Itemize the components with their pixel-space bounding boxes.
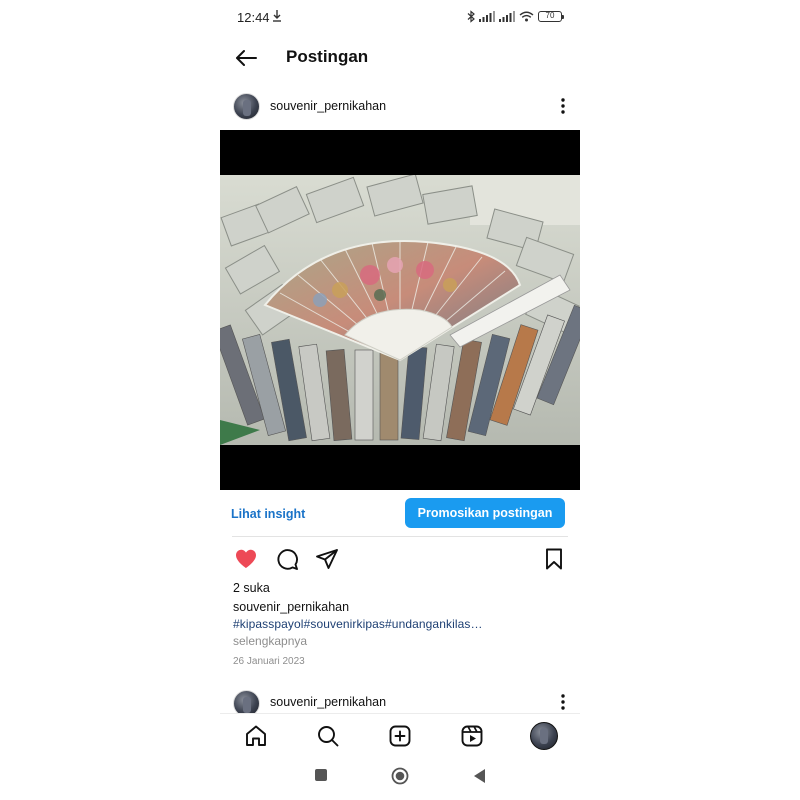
system-nav: [220, 760, 580, 794]
view-insights-link[interactable]: Lihat insight: [231, 507, 305, 521]
signal-icon: [479, 10, 495, 22]
signal-icon: [499, 10, 515, 22]
post-image[interactable]: [220, 130, 580, 490]
more-options-icon[interactable]: [560, 97, 566, 115]
post-actions: [220, 545, 580, 573]
page-header: Postingan: [220, 38, 580, 78]
post-username[interactable]: souvenir_pernikahan: [270, 695, 386, 709]
see-more-link[interactable]: selengkapnya: [233, 634, 307, 648]
more-options-icon[interactable]: [560, 693, 566, 711]
post-username[interactable]: souvenir_pernikahan: [270, 99, 386, 113]
comment-icon[interactable]: [275, 547, 299, 571]
status-icons: 70: [467, 9, 564, 23]
bluetooth-icon: [467, 9, 475, 23]
wifi-icon: [519, 11, 534, 21]
share-icon[interactable]: [315, 547, 339, 571]
phone-screen: 12:44 70 Postingan souvenir_pernikahan L…: [220, 0, 580, 800]
create-icon[interactable]: [388, 724, 412, 748]
avatar[interactable]: [233, 690, 260, 713]
status-time: 12:44: [237, 10, 270, 25]
recents-square-icon[interactable]: [314, 768, 328, 782]
bookmark-icon[interactable]: [542, 547, 566, 571]
divider: [232, 536, 568, 537]
profile-avatar[interactable]: [530, 722, 558, 750]
battery-icon: 70: [538, 10, 564, 22]
next-post-header: souvenir_pernikahan: [220, 689, 580, 713]
insight-row: Lihat insight Promosikan postingan: [220, 496, 580, 534]
home-circle-icon[interactable]: [391, 767, 409, 785]
caption-username[interactable]: souvenir_pernikahan: [233, 600, 349, 614]
arrow-left-icon[interactable]: [234, 48, 258, 68]
back-triangle-icon[interactable]: [472, 768, 486, 784]
avatar[interactable]: [233, 93, 260, 120]
wedding-fan-souvenirs-photo: [220, 175, 580, 445]
search-icon[interactable]: [316, 724, 340, 748]
promote-post-button[interactable]: Promosikan postingan: [405, 498, 565, 528]
post-date: 26 Januari 2023: [233, 656, 305, 667]
heart-filled-icon[interactable]: [234, 547, 258, 571]
status-bar: 12:44 70: [220, 0, 580, 34]
download-icon: [273, 10, 281, 22]
home-icon[interactable]: [244, 724, 268, 748]
page-title: Postingan: [286, 47, 369, 66]
like-count[interactable]: 2 suka: [233, 581, 270, 595]
bottom-nav: [220, 713, 580, 757]
caption-hashtags[interactable]: #kipasspayol#souvenirkipas#undangankilas…: [233, 617, 483, 631]
reels-icon[interactable]: [460, 724, 484, 748]
post-header: souvenir_pernikahan: [220, 92, 580, 122]
